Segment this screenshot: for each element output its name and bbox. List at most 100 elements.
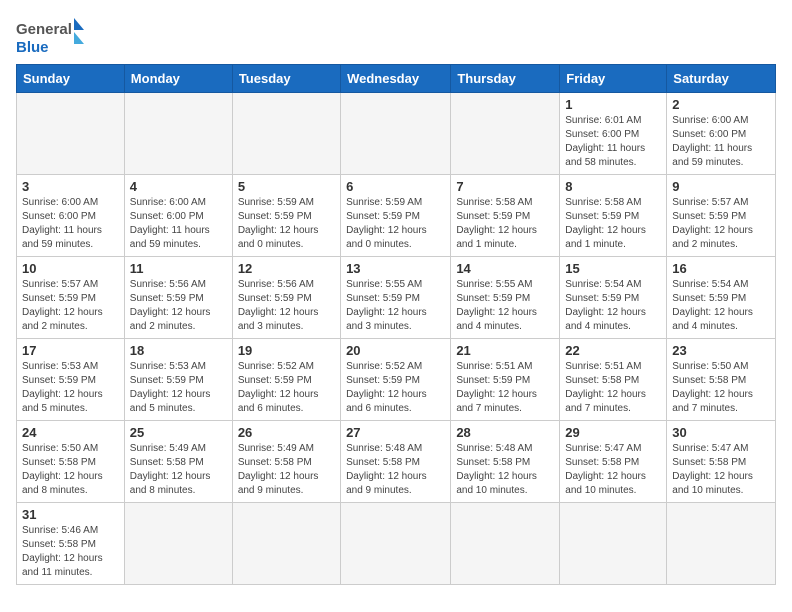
- day-number: 24: [22, 425, 119, 440]
- weekday-header-wednesday: Wednesday: [341, 65, 451, 93]
- calendar-cell: 9Sunrise: 5:57 AM Sunset: 5:59 PM Daylig…: [667, 175, 776, 257]
- day-number: 31: [22, 507, 119, 522]
- calendar-cell: 14 Sunrise: 5:55 AM Sunset: 5:59 PM Dayli…: [451, 257, 560, 339]
- day-info: Sunrise: 6:00 AM Sunset: 6:00 PM Dayligh…: [130, 196, 227, 252]
- day-number: 23: [672, 343, 770, 358]
- calendar-cell: 6Sunrise: 5:59 AM Sunset: 5:59 PM Daylig…: [341, 175, 451, 257]
- svg-text:General: General: [16, 21, 72, 38]
- calendar-cell: 11Sunrise: 5:56 AM Sunset: 5:59 PM Dayli…: [124, 257, 232, 339]
- calendar-cell: 16 Sunrise: 5:54 AM Sunset: 5:59 PM Dayli…: [667, 257, 776, 339]
- calendar-cell: 27 Sunrise: 5:48 AM Sunset: 5:58 PM Dayli…: [341, 421, 451, 503]
- calendar-cell: 17Sunrise: 5:53 AM Sunset: 5:59 PM Dayli…: [17, 339, 125, 421]
- day-info: Sunrise: 5:54 AM Sunset: 5:59 PM Dayligh…: [565, 278, 661, 334]
- day-number: 10: [22, 261, 119, 276]
- day-info: Sunrise: 5:47 AM Sunset: 5:58 PM Dayligh…: [672, 442, 770, 498]
- weekday-header-friday: Friday: [560, 65, 667, 93]
- day-number: 27: [346, 425, 445, 440]
- calendar-cell: [560, 503, 667, 585]
- day-number: 20: [346, 343, 445, 358]
- day-info: Sunrise: 5:56 AM Sunset: 5:59 PM Dayligh…: [238, 278, 335, 334]
- day-info: Sunrise: 5:48 AM Sunset: 5:58 PM Dayligh…: [456, 442, 554, 498]
- calendar-cell: 18 Sunrise: 5:53 AM Sunset: 5:59 PM Dayli…: [124, 339, 232, 421]
- calendar-cell: 10 Sunrise: 5:57 AM Sunset: 5:59 PM Dayli…: [17, 257, 125, 339]
- day-info: Sunrise: 6:00 AM Sunset: 6:00 PM Dayligh…: [22, 196, 119, 252]
- day-number: 4: [130, 179, 227, 194]
- calendar-cell: 23Sunrise: 5:50 AM Sunset: 5:58 PM Dayli…: [667, 339, 776, 421]
- week-row-3: 10 Sunrise: 5:57 AM Sunset: 5:59 PM Dayli…: [17, 257, 776, 339]
- day-info: Sunrise: 5:52 AM Sunset: 5:59 PM Dayligh…: [346, 360, 445, 416]
- day-info: Sunrise: 6:00 AM Sunset: 6:00 PM Dayligh…: [672, 114, 770, 170]
- calendar-cell: [17, 93, 125, 175]
- day-number: 30: [672, 425, 770, 440]
- day-number: 13: [346, 261, 445, 276]
- calendar-cell: 7Sunrise: 5:58 AM Sunset: 5:59 PM Daylig…: [451, 175, 560, 257]
- calendar-cell: 21Sunrise: 5:51 AM Sunset: 5:59 PM Dayli…: [451, 339, 560, 421]
- day-info: Sunrise: 5:49 AM Sunset: 5:58 PM Dayligh…: [130, 442, 227, 498]
- day-info: Sunrise: 5:58 AM Sunset: 5:59 PM Dayligh…: [565, 196, 661, 252]
- calendar-cell: [232, 503, 340, 585]
- day-number: 16: [672, 261, 770, 276]
- day-info: Sunrise: 5:59 AM Sunset: 5:59 PM Dayligh…: [238, 196, 335, 252]
- week-row-4: 17Sunrise: 5:53 AM Sunset: 5:59 PM Dayli…: [17, 339, 776, 421]
- day-info: Sunrise: 5:52 AM Sunset: 5:59 PM Dayligh…: [238, 360, 335, 416]
- calendar-cell: 31 Sunrise: 5:46 AM Sunset: 5:58 PM Dayli…: [17, 503, 125, 585]
- calendar-cell: 2 Sunrise: 6:00 AM Sunset: 6:00 PM Daylig…: [667, 93, 776, 175]
- day-info: Sunrise: 5:47 AM Sunset: 5:58 PM Dayligh…: [565, 442, 661, 498]
- day-info: Sunrise: 5:53 AM Sunset: 5:59 PM Dayligh…: [130, 360, 227, 416]
- calendar-cell: [124, 93, 232, 175]
- week-row-5: 24 Sunrise: 5:50 AM Sunset: 5:58 PM Dayli…: [17, 421, 776, 503]
- calendar-cell: 1 Sunrise: 6:01 AM Sunset: 6:00 PM Daylig…: [560, 93, 667, 175]
- day-number: 25: [130, 425, 227, 440]
- weekday-header-saturday: Saturday: [667, 65, 776, 93]
- day-number: 22: [565, 343, 661, 358]
- calendar-cell: 28 Sunrise: 5:48 AM Sunset: 5:58 PM Dayli…: [451, 421, 560, 503]
- week-row-1: 1 Sunrise: 6:01 AM Sunset: 6:00 PM Daylig…: [17, 93, 776, 175]
- calendar-cell: [124, 503, 232, 585]
- day-info: Sunrise: 6:01 AM Sunset: 6:00 PM Dayligh…: [565, 114, 661, 170]
- calendar-cell: [451, 503, 560, 585]
- day-info: Sunrise: 5:53 AM Sunset: 5:59 PM Dayligh…: [22, 360, 119, 416]
- day-info: Sunrise: 5:59 AM Sunset: 5:59 PM Dayligh…: [346, 196, 445, 252]
- calendar-cell: 3 Sunrise: 6:00 AM Sunset: 6:00 PM Daylig…: [17, 175, 125, 257]
- weekday-header-row: SundayMondayTuesdayWednesdayThursdayFrid…: [17, 65, 776, 93]
- day-number: 1: [565, 97, 661, 112]
- day-number: 28: [456, 425, 554, 440]
- day-info: Sunrise: 5:54 AM Sunset: 5:59 PM Dayligh…: [672, 278, 770, 334]
- day-number: 3: [22, 179, 119, 194]
- header: General Blue: [16, 16, 776, 58]
- day-number: 29: [565, 425, 661, 440]
- weekday-header-tuesday: Tuesday: [232, 65, 340, 93]
- day-number: 26: [238, 425, 335, 440]
- calendar-cell: [667, 503, 776, 585]
- week-row-2: 3 Sunrise: 6:00 AM Sunset: 6:00 PM Daylig…: [17, 175, 776, 257]
- calendar-cell: 4 Sunrise: 6:00 AM Sunset: 6:00 PM Daylig…: [124, 175, 232, 257]
- day-number: 2: [672, 97, 770, 112]
- calendar-cell: 13 Sunrise: 5:55 AM Sunset: 5:59 PM Dayli…: [341, 257, 451, 339]
- week-row-6: 31 Sunrise: 5:46 AM Sunset: 5:58 PM Dayli…: [17, 503, 776, 585]
- day-info: Sunrise: 5:50 AM Sunset: 5:58 PM Dayligh…: [22, 442, 119, 498]
- calendar-cell: 30 Sunrise: 5:47 AM Sunset: 5:58 PM Dayli…: [667, 421, 776, 503]
- day-number: 18: [130, 343, 227, 358]
- day-number: 14: [456, 261, 554, 276]
- day-number: 21: [456, 343, 554, 358]
- day-number: 8: [565, 179, 661, 194]
- day-info: Sunrise: 5:57 AM Sunset: 5:59 PM Dayligh…: [672, 196, 770, 252]
- calendar-cell: 25 Sunrise: 5:49 AM Sunset: 5:58 PM Dayli…: [124, 421, 232, 503]
- calendar-cell: 19Sunrise: 5:52 AM Sunset: 5:59 PM Dayli…: [232, 339, 340, 421]
- day-info: Sunrise: 5:57 AM Sunset: 5:59 PM Dayligh…: [22, 278, 119, 334]
- page-container: General Blue SundayMondayTuesdayWednesda…: [16, 16, 776, 585]
- day-number: 15: [565, 261, 661, 276]
- day-info: Sunrise: 5:55 AM Sunset: 5:59 PM Dayligh…: [346, 278, 445, 334]
- calendar-cell: 20 Sunrise: 5:52 AM Sunset: 5:59 PM Dayli…: [341, 339, 451, 421]
- day-info: Sunrise: 5:46 AM Sunset: 5:58 PM Dayligh…: [22, 524, 119, 580]
- day-number: 11: [130, 261, 227, 276]
- weekday-header-sunday: Sunday: [17, 65, 125, 93]
- day-info: Sunrise: 5:48 AM Sunset: 5:58 PM Dayligh…: [346, 442, 445, 498]
- calendar-cell: 5Sunrise: 5:59 AM Sunset: 5:59 PM Daylig…: [232, 175, 340, 257]
- day-info: Sunrise: 5:55 AM Sunset: 5:59 PM Dayligh…: [456, 278, 554, 334]
- calendar-cell: [451, 93, 560, 175]
- calendar-cell: 29 Sunrise: 5:47 AM Sunset: 5:58 PM Dayli…: [560, 421, 667, 503]
- weekday-header-thursday: Thursday: [451, 65, 560, 93]
- day-number: 7: [456, 179, 554, 194]
- calendar-cell: 12Sunrise: 5:56 AM Sunset: 5:59 PM Dayli…: [232, 257, 340, 339]
